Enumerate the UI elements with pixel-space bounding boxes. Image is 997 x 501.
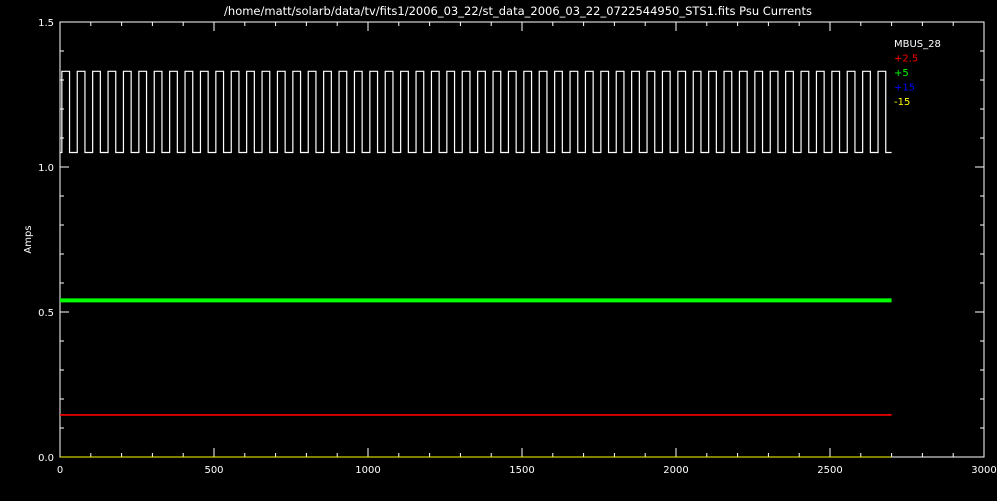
x-tick-label: 0	[57, 465, 63, 476]
legend: MBUS_28 +2.5 +5 +15 -15	[894, 39, 941, 108]
y-tick-label: 0.5	[38, 308, 54, 319]
x-tick-label: 1000	[355, 465, 380, 476]
legend-entry-3: +15	[894, 83, 915, 94]
y-tick-label: 1.5	[38, 18, 54, 29]
axes: 0 500 1000 1500 2000 2500 3000 0.0 0.5 1.0 1.5	[38, 18, 997, 476]
x-tick-label: 3000	[971, 465, 996, 476]
legend-entry-1: +2.5	[894, 54, 918, 65]
y-tick-label: 1.0	[38, 163, 54, 174]
chart-title: /home/matt/solarb/data/tv/fits1/2006_03_…	[224, 4, 812, 18]
legend-entry-0: MBUS_28	[894, 39, 941, 50]
legend-entry-2: +5	[894, 68, 909, 79]
psu-currents-chart: /home/matt/solarb/data/tv/fits1/2006_03_…	[23, 4, 997, 476]
x-tick-label: 2500	[817, 465, 842, 476]
plot-frame	[59, 21, 985, 458]
legend-entry-4: -15	[894, 97, 910, 108]
x-tick-label: 1500	[509, 465, 534, 476]
y-axis-label: Amps	[23, 225, 34, 253]
x-tick-label: 2000	[663, 465, 688, 476]
x-tick-label: 500	[204, 465, 223, 476]
y-tick-label: 0.0	[38, 453, 54, 464]
series-layer	[60, 70, 892, 458]
series-line-0	[60, 70, 892, 154]
